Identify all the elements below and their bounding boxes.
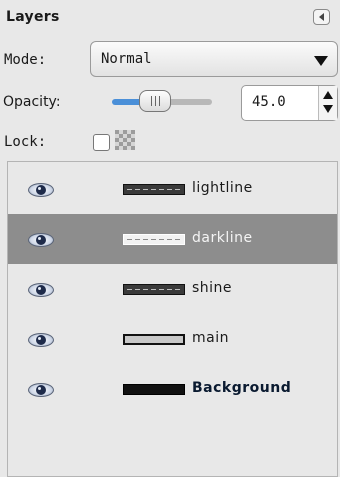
layer-name: Background <box>192 380 292 396</box>
eye-icon[interactable] <box>28 383 54 397</box>
layer-thumbnail <box>123 234 185 245</box>
opacity-slider-thumb[interactable] <box>139 90 171 112</box>
layer-name: darkline <box>192 230 253 246</box>
alpha-lock-icon[interactable] <box>115 130 135 150</box>
layer-thumbnail <box>123 334 185 345</box>
opacity-slider[interactable] <box>112 90 212 112</box>
panel-menu-button[interactable] <box>313 9 330 25</box>
opacity-label: Opacity: <box>3 94 61 110</box>
opacity-value[interactable]: 45.0 <box>252 94 286 110</box>
mode-label: Mode: <box>4 52 47 68</box>
layer-row-selected[interactable]: darkline <box>8 214 337 264</box>
lock-pixels-checkbox[interactable] <box>93 134 110 151</box>
layer-row[interactable]: Background <box>8 364 337 414</box>
layer-name: lightline <box>192 180 253 196</box>
layer-list: lightline darkline shine main Background <box>7 161 338 477</box>
opacity-spin-buttons[interactable] <box>318 86 337 120</box>
lock-label: Lock: <box>4 134 47 150</box>
layer-row[interactable]: shine <box>8 264 337 314</box>
eye-icon[interactable] <box>28 333 54 347</box>
layer-name: main <box>192 330 229 346</box>
layers-panel: Layers Mode: Normal Opacity: 45.0 Lock: … <box>0 0 340 477</box>
spin-up-icon[interactable] <box>323 91 333 99</box>
mode-value: Normal <box>101 51 152 67</box>
layer-row[interactable]: lightline <box>8 164 337 214</box>
layer-thumbnail <box>123 184 185 195</box>
panel-title: Layers <box>6 9 60 25</box>
eye-icon[interactable] <box>28 283 54 297</box>
spin-down-icon[interactable] <box>323 105 333 113</box>
layer-row[interactable]: main <box>8 314 337 364</box>
chevron-down-icon <box>314 56 328 66</box>
layer-thumbnail <box>123 384 185 395</box>
layer-name: shine <box>192 280 233 296</box>
layer-thumbnail <box>123 284 185 295</box>
eye-icon[interactable] <box>28 183 54 197</box>
mode-dropdown[interactable]: Normal <box>90 41 338 77</box>
eye-icon[interactable] <box>28 233 54 247</box>
opacity-spinbox[interactable]: 45.0 <box>241 85 338 121</box>
panel-menu-icon <box>319 13 324 21</box>
